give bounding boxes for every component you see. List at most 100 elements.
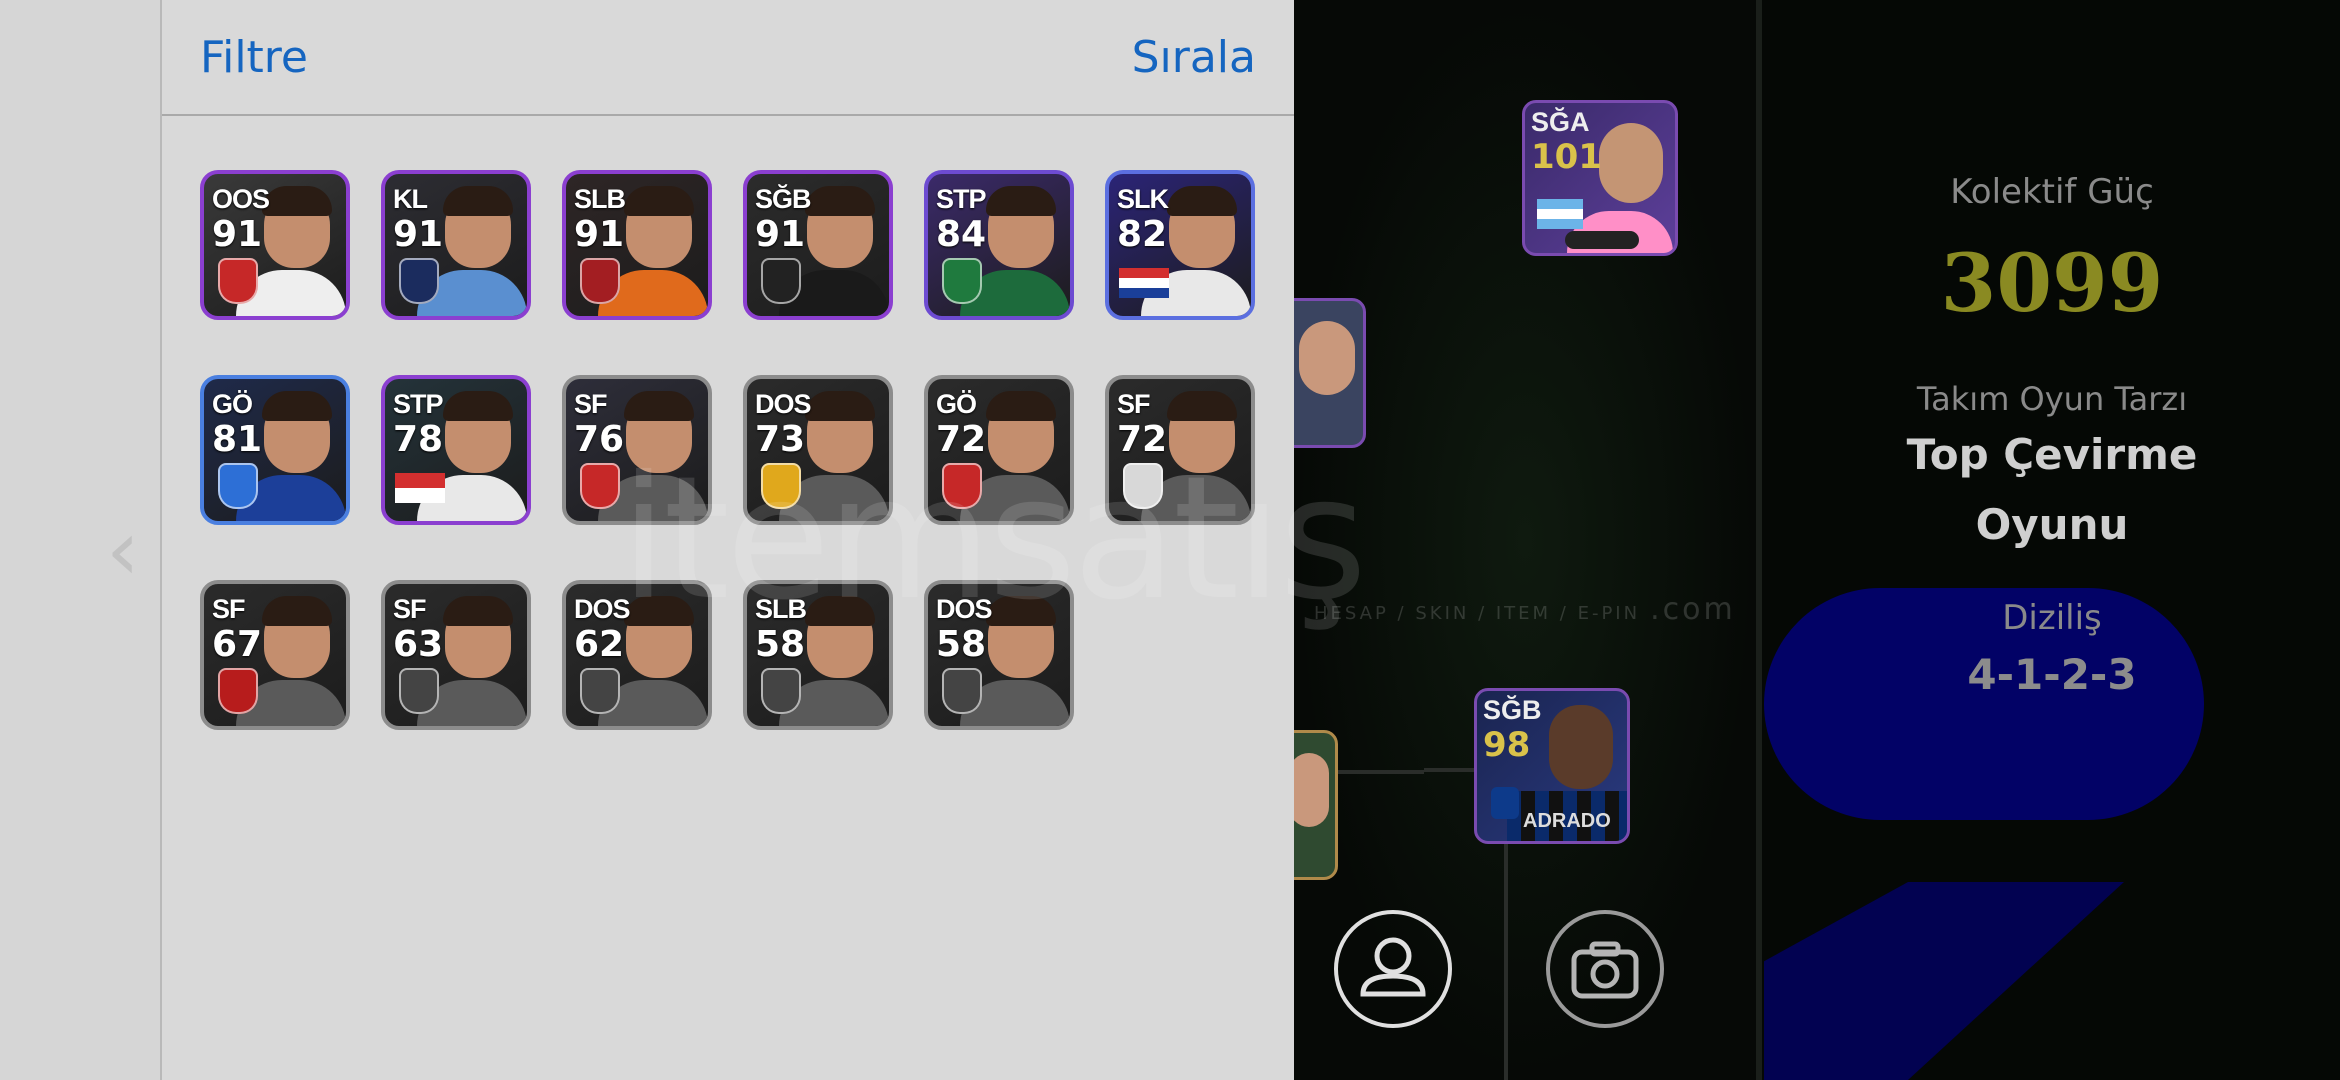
club-badge-icon: [761, 258, 801, 304]
club-badge-icon: [218, 258, 258, 304]
player-rating: 91: [393, 214, 444, 255]
team-info: Kolektif Güç 3099 Takım Oyun Tarzı Top Ç…: [1764, 0, 2340, 1080]
panel-header: Filtre Sırala: [162, 0, 1294, 116]
player-hair: [805, 186, 875, 216]
player-position: SĞA: [1531, 107, 1590, 137]
player-position: GÖ: [936, 389, 977, 419]
player-rating: 78: [393, 419, 444, 460]
strength-value: 3099: [1940, 236, 2164, 330]
player-rating: 76: [574, 419, 625, 460]
argentina-flag-icon: [1537, 199, 1583, 229]
player-card[interactable]: SLB 91: [562, 170, 712, 320]
club-badge-icon: [761, 668, 801, 714]
club-badge-icon: [1491, 787, 1519, 819]
player-hair: [624, 186, 694, 216]
player-position: SF: [1117, 389, 1151, 419]
player-hair: [262, 186, 332, 216]
player-position: SF: [574, 389, 608, 419]
player-hair: [443, 391, 513, 421]
player-rating: 91: [574, 214, 625, 255]
play-style-label: Takım Oyun Tarzı: [1916, 380, 2188, 418]
club-badge-icon: [580, 668, 620, 714]
club-badge-icon: [218, 668, 258, 714]
player-position: STP: [393, 389, 444, 419]
squad-card-sgb[interactable]: ADRADO SĞB 98: [1474, 688, 1630, 844]
user-icon: [1360, 937, 1426, 997]
player-rating: 84: [936, 214, 987, 255]
player-position: DOS: [755, 389, 812, 419]
watermark-tagline: HESAP / SKIN / ITEM / E-PIN: [1314, 603, 1641, 624]
player-card[interactable]: SĞB 91: [743, 170, 893, 320]
player-card[interactable]: STP 78: [381, 375, 531, 525]
player-card[interactable]: GÖ 81: [200, 375, 350, 525]
player-position: SLK: [1117, 184, 1169, 214]
croatia-flag-icon: [1119, 268, 1169, 298]
watermark-domain: .com: [1650, 592, 1736, 627]
player-position: SLB: [574, 184, 626, 214]
squad-card-partial[interactable]: [1294, 730, 1338, 880]
player-hair: [1167, 391, 1237, 421]
back-chevron-icon[interactable]: ‹: [106, 500, 154, 600]
player-card[interactable]: SLK 82: [1105, 170, 1255, 320]
player-portrait: [1599, 123, 1663, 203]
player-position: SF: [212, 594, 246, 624]
player-rating: 82: [1117, 214, 1168, 255]
divider: [1756, 0, 1762, 1080]
player-card[interactable]: STP 84: [924, 170, 1074, 320]
player-hair: [986, 391, 1056, 421]
watermark-subtitle: HESAP / SKIN / ITEM / E-PIN .com: [1314, 592, 1736, 627]
club-badge-icon: [942, 668, 982, 714]
indonesia-flag-icon: [395, 473, 445, 503]
club-badge-icon: [580, 258, 620, 304]
player-card[interactable]: SF 63: [381, 580, 531, 730]
club-badge-icon: [399, 668, 439, 714]
filter-button[interactable]: Filtre: [200, 32, 308, 83]
player-position: STP: [936, 184, 987, 214]
player-card[interactable]: OOS 91: [200, 170, 350, 320]
player-portrait: [1299, 321, 1355, 395]
strength-label: Kolektif Güç: [1950, 172, 2154, 212]
player-hair: [443, 596, 513, 626]
club-badge-icon: [580, 463, 620, 509]
camera-button[interactable]: [1546, 910, 1664, 1028]
player-position: GÖ: [212, 389, 253, 419]
player-rating: 101: [1531, 137, 1602, 177]
profile-button[interactable]: [1334, 910, 1452, 1028]
player-position: KL: [393, 184, 428, 214]
player-rating: 91: [755, 214, 806, 255]
skill-indicator: [1565, 231, 1639, 249]
formation-label: Diziliş: [2002, 598, 2102, 638]
player-hair: [262, 391, 332, 421]
player-hair: [262, 596, 332, 626]
club-badge-icon: [942, 258, 982, 304]
play-style-line2: Oyunu: [1975, 500, 2129, 549]
player-portrait: [1549, 705, 1613, 789]
player-rating: 98: [1483, 725, 1531, 765]
player-rating: 91: [212, 214, 263, 255]
squad-card-saga[interactable]: SĞA 101: [1522, 100, 1678, 256]
player-rating: 62: [574, 624, 625, 665]
player-portrait: [1294, 753, 1329, 827]
player-rating: 63: [393, 624, 444, 665]
play-style-line1: Top Çevirme: [1906, 430, 2198, 479]
player-rating: 67: [212, 624, 263, 665]
player-hair: [624, 391, 694, 421]
squad-view: SĞA 101 ADRADO SĞB 98 Kolektif Güç 3099 …: [1294, 0, 2340, 1080]
formation-value: 4-1-2-3: [1967, 650, 2137, 699]
player-card[interactable]: KL 91: [381, 170, 531, 320]
player-hair: [986, 186, 1056, 216]
player-rating: 81: [212, 419, 263, 460]
watermark: itemsatış: [620, 440, 1367, 638]
sort-button[interactable]: Sırala: [1132, 32, 1256, 83]
player-hair: [443, 186, 513, 216]
player-hair: [805, 391, 875, 421]
club-badge-icon: [399, 258, 439, 304]
player-position: SĞB: [1483, 695, 1542, 725]
player-position: OOS: [212, 184, 270, 214]
squad-card-partial[interactable]: [1294, 298, 1366, 448]
player-position: SĞB: [755, 184, 812, 214]
player-position: SF: [393, 594, 427, 624]
player-card[interactable]: SF 67: [200, 580, 350, 730]
camera-icon: [1571, 941, 1639, 999]
club-badge-icon: [218, 463, 258, 509]
